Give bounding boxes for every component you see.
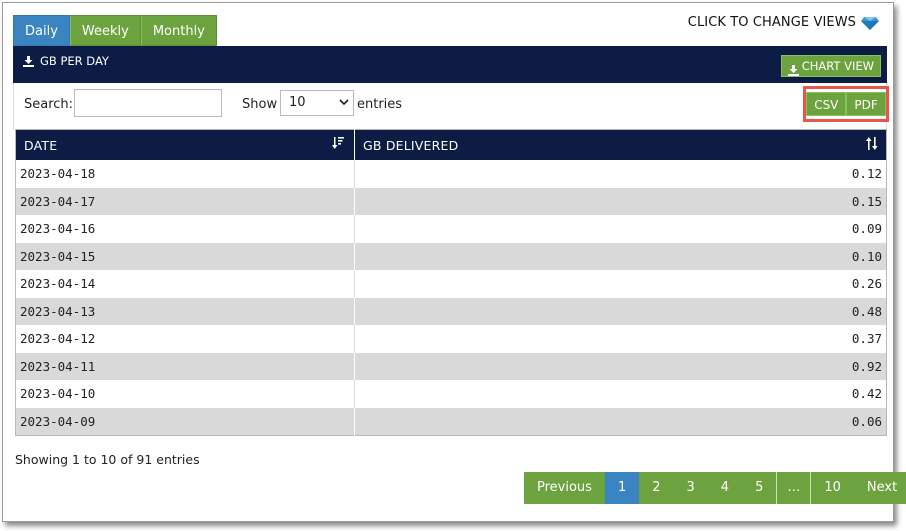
table-row: 2023-04-17 0.15 — [15, 187, 887, 215]
column-header-gb-label: GB DELIVERED — [363, 137, 459, 153]
date-cell: 2023-04-11 — [15, 352, 355, 380]
table-row: 2023-04-16 0.09 — [15, 215, 887, 243]
table-row: 2023-04-13 0.48 — [15, 297, 887, 325]
pagination-page-5[interactable]: 5 — [742, 472, 777, 504]
tab-monthly[interactable]: Monthly — [140, 15, 217, 46]
table-row: 2023-04-11 0.92 — [15, 352, 887, 380]
sort-desc-icon[interactable] — [332, 137, 346, 153]
report-frame: Daily Weekly Monthly CLICK TO CHANGE VIE… — [2, 2, 906, 522]
entries-select-value: 10 — [289, 95, 306, 110]
pagination-previous[interactable]: Previous — [524, 472, 605, 504]
table-info: Showing 1 to 10 of 91 entries — [15, 452, 200, 467]
panel-header: GB PER DAY CHART VIEW — [13, 46, 887, 83]
tab-daily[interactable]: Daily — [13, 15, 70, 46]
tab-weekly[interactable]: Weekly — [69, 15, 141, 46]
pagination: Previous 1 2 3 4 5 … 10 Next — [524, 472, 906, 504]
gb-cell: 0.06 — [354, 407, 887, 436]
date-cell: 2023-04-09 — [15, 407, 355, 436]
gb-cell: 0.42 — [354, 380, 887, 408]
entries-label: entries — [357, 97, 403, 112]
change-views-label: CLICK TO CHANGE VIEWS — [687, 15, 856, 30]
table-row: 2023-04-09 0.06 — [15, 407, 887, 436]
chart-view-button[interactable]: CHART VIEW — [780, 55, 881, 77]
table-row: 2023-04-14 0.26 — [15, 270, 887, 298]
search-input[interactable] — [74, 89, 222, 117]
export-buttons-highlight: CSV PDF — [803, 86, 889, 122]
date-cell: 2023-04-18 — [15, 160, 355, 188]
pagination-ellipsis: … — [776, 472, 812, 504]
column-header-gb[interactable]: GB DELIVERED — [354, 129, 887, 160]
gb-cell: 0.12 — [354, 160, 887, 188]
gb-cell: 0.15 — [354, 187, 887, 215]
gb-cell: 0.37 — [354, 325, 887, 353]
chevron-down-icon — [339, 93, 349, 121]
date-cell: 2023-04-12 — [15, 325, 355, 353]
table-row: 2023-04-15 0.10 — [15, 242, 887, 270]
date-cell: 2023-04-13 — [15, 297, 355, 325]
pdf-button[interactable]: PDF — [846, 92, 886, 116]
download-icon — [787, 61, 799, 76]
show-label: Show — [242, 97, 278, 112]
table-row: 2023-04-18 0.12 — [15, 160, 887, 188]
chart-view-label: CHART VIEW — [801, 59, 874, 73]
panel-title-text: GB PER DAY — [40, 54, 109, 68]
csv-button[interactable]: CSV — [806, 92, 847, 116]
download-icon — [23, 55, 34, 67]
search-label: Search: — [24, 97, 74, 112]
diamond-icon — [861, 16, 879, 30]
date-cell: 2023-04-10 — [15, 380, 355, 408]
gb-cell: 0.10 — [354, 242, 887, 270]
change-views-hint: CLICK TO CHANGE VIEWS — [688, 15, 879, 30]
column-header-date-label: DATE — [24, 137, 58, 153]
pagination-next[interactable]: Next — [853, 472, 906, 504]
entries-select[interactable]: 10 — [280, 90, 354, 116]
date-cell: 2023-04-16 — [15, 215, 355, 243]
gb-table: DATE GB DELIVERED 2023-04-18 0.12 2023-04… — [15, 129, 887, 436]
view-tabs: Daily Weekly Monthly — [13, 15, 217, 46]
gb-cell: 0.48 — [354, 297, 887, 325]
pagination-page-2[interactable]: 2 — [639, 472, 674, 504]
table-controls: Search: Show 10 entries CSV PDF — [13, 83, 889, 129]
column-header-date[interactable]: DATE — [15, 129, 355, 160]
sort-icon[interactable] — [866, 137, 878, 153]
pagination-page-4[interactable]: 4 — [707, 472, 743, 504]
table-row: 2023-04-12 0.37 — [15, 325, 887, 353]
panel-title: GB PER DAY — [23, 54, 109, 68]
pagination-page-1[interactable]: 1 — [604, 472, 640, 504]
table-row: 2023-04-10 0.42 — [15, 380, 887, 408]
pagination-page-10[interactable]: 10 — [811, 472, 854, 504]
date-cell: 2023-04-14 — [15, 270, 355, 298]
pagination-page-3[interactable]: 3 — [673, 472, 708, 504]
gb-cell: 0.92 — [354, 352, 887, 380]
gb-cell: 0.26 — [354, 270, 887, 298]
date-cell: 2023-04-17 — [15, 187, 355, 215]
gb-cell: 0.09 — [354, 215, 887, 243]
date-cell: 2023-04-15 — [15, 242, 355, 270]
